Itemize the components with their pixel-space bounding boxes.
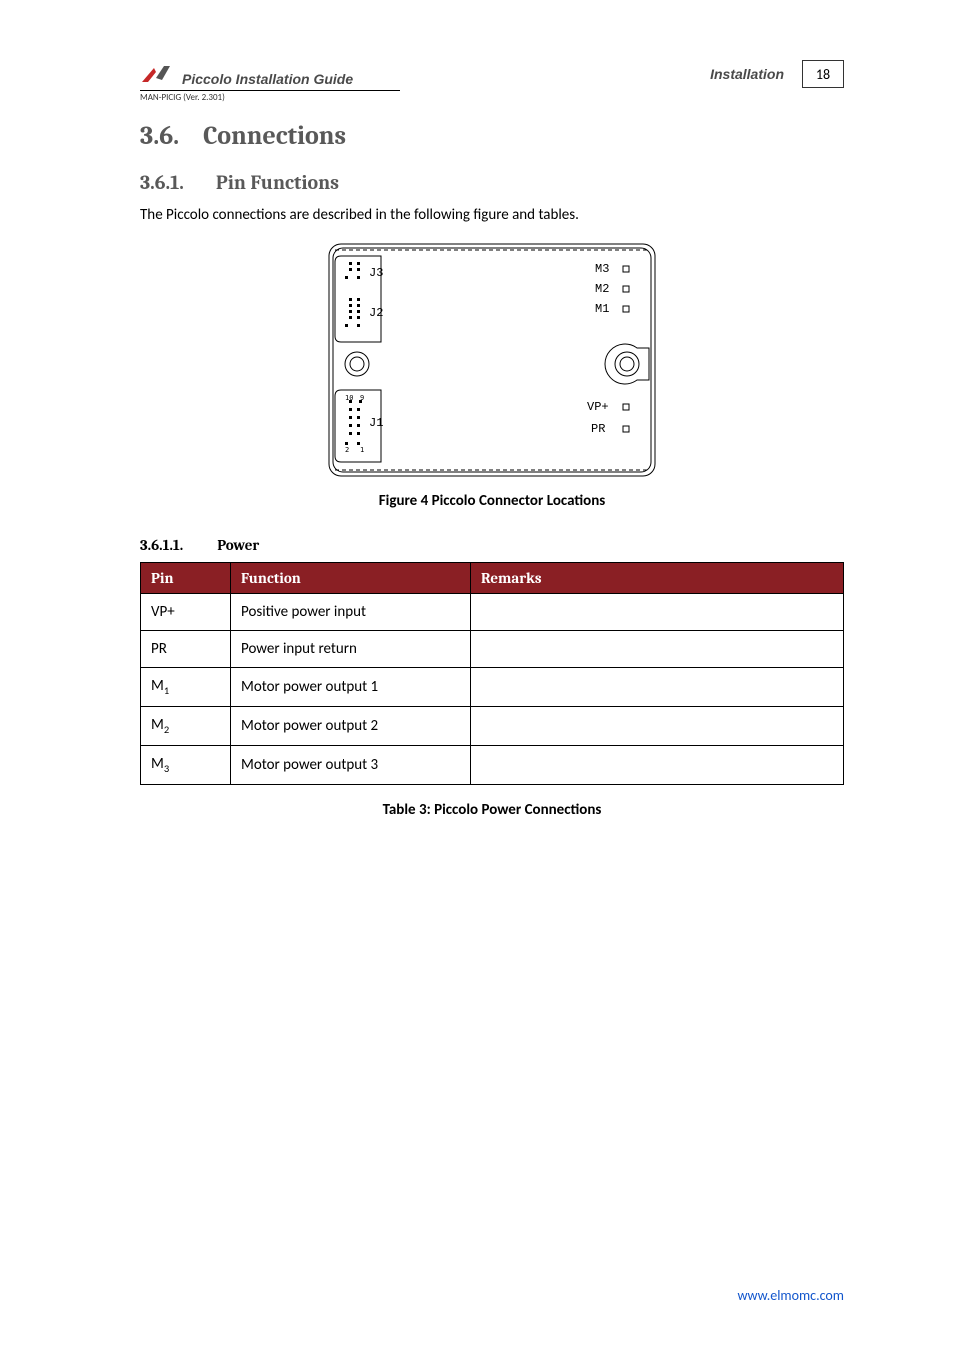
cell-remarks	[471, 746, 844, 785]
subsubsection-heading: 3.6.1.1. Power	[140, 536, 844, 554]
table-row: M3 Motor power output 3	[141, 746, 844, 785]
svg-text:1: 1	[360, 446, 364, 454]
pin-text: VP+	[151, 603, 175, 621]
label-m2: M2	[595, 282, 609, 296]
table-caption: Table 3: Piccolo Power Connections	[140, 801, 844, 819]
subsubsection-title: Power	[217, 536, 259, 554]
page-header: Piccolo Installation Guide Installation …	[140, 60, 844, 88]
cell-function: Positive power input	[231, 594, 471, 631]
cell-function: Motor power output 3	[231, 746, 471, 785]
section-number: 3.6.	[140, 121, 179, 151]
version-line: MAN-PICIG (Ver. 2.301)	[140, 92, 844, 103]
cell-function: Motor power output 2	[231, 707, 471, 746]
table-row: M2 Motor power output 2	[141, 707, 844, 746]
cell-pin: VP+	[141, 594, 231, 631]
cell-function: Motor power output 1	[231, 668, 471, 707]
pin-sub: 3	[164, 762, 169, 775]
table-header-row: Pin Function Remarks	[141, 563, 844, 594]
th-pin: Pin	[141, 563, 231, 594]
label-vp: VP+	[587, 400, 609, 414]
th-function: Function	[231, 563, 471, 594]
page-number-badge: 18	[802, 60, 844, 88]
cell-pin: M1	[141, 668, 231, 707]
table-row: PR Power input return	[141, 631, 844, 668]
chapter-name: Installation	[710, 66, 784, 82]
pin-sub: 2	[164, 723, 169, 736]
subsection-title: Pin Functions	[216, 171, 339, 194]
header-right: Installation 18	[710, 60, 844, 88]
cell-pin: PR	[141, 631, 231, 668]
intro-paragraph: The Piccolo connections are described in…	[140, 206, 844, 224]
cell-remarks	[471, 631, 844, 668]
label-j1: J1	[369, 416, 383, 430]
page-number: 18	[816, 66, 830, 83]
pin-sub: 1	[164, 684, 169, 697]
label-m3: M3	[595, 262, 609, 276]
header-left: Piccolo Installation Guide	[140, 64, 353, 88]
svg-text:9: 9	[360, 394, 364, 402]
figure-wrapper: 10 9 2 1 J3 J2 J1 M3 M2 M1 VP+ PR	[140, 242, 844, 478]
connector-diagram: 10 9 2 1 J3 J2 J1 M3 M2 M1 VP+ PR	[327, 242, 657, 478]
header-rule	[140, 90, 400, 91]
section-heading: 3.6. Connections	[140, 121, 844, 151]
pin-text: PR	[151, 640, 167, 658]
cell-function: Power input return	[231, 631, 471, 668]
cell-remarks	[471, 668, 844, 707]
elmo-logo-icon	[140, 64, 174, 88]
label-j2: J2	[369, 306, 383, 320]
label-pr: PR	[591, 422, 605, 436]
pin-text: M	[151, 755, 164, 773]
pin-text: M	[151, 716, 164, 734]
svg-text:2: 2	[345, 446, 349, 454]
subsection-number: 3.6.1.	[140, 171, 184, 194]
doc-title: Piccolo Installation Guide	[182, 71, 353, 88]
th-remarks: Remarks	[471, 563, 844, 594]
label-j3: J3	[369, 266, 383, 280]
subsection-heading: 3.6.1. Pin Functions	[140, 171, 844, 194]
table-row: VP+ Positive power input	[141, 594, 844, 631]
label-m1: M1	[595, 302, 609, 316]
cell-remarks	[471, 594, 844, 631]
cell-pin: M3	[141, 746, 231, 785]
power-table: Pin Function Remarks VP+ Positive power …	[140, 562, 844, 785]
cell-pin: M2	[141, 707, 231, 746]
cell-remarks	[471, 707, 844, 746]
subsubsection-number: 3.6.1.1.	[140, 536, 183, 554]
table-row: M1 Motor power output 1	[141, 668, 844, 707]
figure-caption: Figure 4 Piccolo Connector Locations	[140, 492, 844, 510]
section-title: Connections	[203, 121, 346, 151]
svg-text:10: 10	[345, 394, 353, 402]
footer-url[interactable]: www.elmomc.com	[737, 1287, 844, 1304]
pin-text: M	[151, 677, 164, 695]
